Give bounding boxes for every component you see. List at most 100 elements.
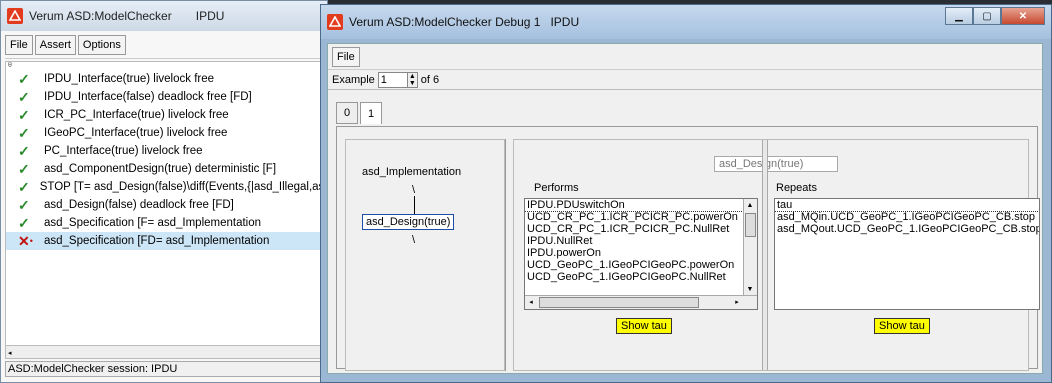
list-item[interactable]: ✓ IPDU_Interface(true) livelock free xyxy=(6,70,324,88)
example-spinner[interactable]: 1 ▲ ▼ xyxy=(377,71,418,88)
state-pane: asd_Design(true) Performs Repeats IPDU.P… xyxy=(513,139,1040,371)
spinner-arrows-icon[interactable]: ▲ ▼ xyxy=(406,72,417,87)
trace-panel: asd_Implementation \ asd_Design(true) \ … xyxy=(336,126,1040,371)
repeats-item[interactable]: asd_MQout.UCD_GeoPC_1.IGeoPCIGeoPC_CB.st… xyxy=(775,223,1039,235)
example-total: of 6 xyxy=(420,73,440,86)
list-item-label: PC_Interface(true) livelock free xyxy=(44,145,203,157)
list-item[interactable]: ✓ STOP [T= asd_Design(false)\diff(Events,… xyxy=(6,178,324,196)
check-icon: ✓ xyxy=(18,178,30,195)
scroll-left-icon[interactable]: ◂ xyxy=(525,296,537,308)
list-item-label: asd_Specification [FD= asd_Implementatio… xyxy=(44,235,270,247)
repeats-label: Repeats xyxy=(776,182,817,194)
list-item-selected[interactable]: ✕ • asd_Specification [FD= asd_Implementat… xyxy=(6,232,324,250)
repeats-item[interactable]: tau xyxy=(775,199,1039,212)
debug-title: Verum ASD:ModelChecker Debug 1 xyxy=(349,15,541,29)
minimize-icon[interactable]: ▁ xyxy=(945,7,973,25)
performs-hscrollbar[interactable]: ◂ ▸ xyxy=(525,295,757,309)
modelchecker-title: Verum ASD:ModelChecker xyxy=(29,9,172,23)
debug-window: Verum ASD:ModelChecker Debug 1 IPDU ▁ ▢ … xyxy=(320,4,1052,383)
scroll-up-icon[interactable]: ▲ xyxy=(744,199,756,211)
list-item-label: asd_ComponentDesign(true) deterministic … xyxy=(44,163,277,175)
check-icon: ✓ xyxy=(18,196,30,213)
menu-file[interactable]: File xyxy=(5,35,33,55)
asd-app-icon xyxy=(327,14,343,30)
performs-item[interactable]: UCD_CR_PC_1.ICR_PCICR_PC.NullRet xyxy=(525,223,757,235)
list-item-label: IGeoPC_Interface(true) livelock free xyxy=(44,127,228,139)
performs-item[interactable]: IPDU.PDUswitchOn xyxy=(525,199,757,212)
list-item-label: STOP [T= asd_Design(false)\diff(Events,{… xyxy=(39,181,325,193)
asd-app-icon xyxy=(7,8,23,24)
performs-item[interactable]: UCD_GeoPC_1.IGeoPCIGeoPC.NullRet xyxy=(525,271,757,283)
scroll-thumb[interactable] xyxy=(539,297,699,308)
scroll-down-icon[interactable]: ▼ xyxy=(744,283,756,295)
performs-item[interactable]: UCD_CR_PC_1.ICR_PCICR_PC.powerOn xyxy=(525,211,757,223)
check-icon: ✓ xyxy=(18,124,30,141)
list-item[interactable]: ✓ ICR_PC_Interface(true) livelock free xyxy=(6,106,324,124)
repeats-item[interactable]: asd_MQin.UCD_GeoPC_1.IGeoPCIGeoPC_CB.sto… xyxy=(775,211,1039,223)
list-item[interactable]: ✓ IPDU_Interface(false) deadlock free [FD… xyxy=(6,88,324,106)
menu-assert[interactable]: Assert xyxy=(34,35,76,55)
scroll-right-icon[interactable]: ▸ xyxy=(731,296,743,308)
scroll-left-icon[interactable]: ◂ xyxy=(6,350,12,357)
repeats-list[interactable]: tau asd_MQin.UCD_GeoPC_1.IGeoPCIGeoPC_CB… xyxy=(774,198,1040,310)
tab-strip: 0 1 xyxy=(336,102,382,124)
check-icon: ✓ xyxy=(18,88,30,105)
list-item-label: asd_Specification [F= asd_Implementation xyxy=(44,217,262,229)
pane-splitter[interactable] xyxy=(505,139,513,371)
tab-1[interactable]: 1 xyxy=(360,102,382,124)
list-item[interactable]: ✓ asd_Specification [F= asd_Implementatio… xyxy=(6,214,324,232)
list-item[interactable]: ✓ PC_Interface(true) livelock free xyxy=(6,142,324,160)
check-icon: ✓ xyxy=(18,142,30,159)
list-item-label: IPDU_Interface(true) livelock free xyxy=(44,73,215,85)
performs-item[interactable]: IPDU.NullRet xyxy=(525,235,757,247)
debug-menubar: File xyxy=(328,44,1042,70)
cross-icon: ✕ • xyxy=(18,232,33,249)
trace-tree-pane: asd_Implementation \ asd_Design(true) \ xyxy=(345,139,505,371)
example-value: 1 xyxy=(380,73,387,86)
close-icon[interactable]: ✕ xyxy=(1001,7,1045,25)
maximize-icon[interactable]: ▢ xyxy=(973,7,1001,25)
debug-title-suffix: IPDU xyxy=(550,15,580,29)
performs-item[interactable]: IPDU.powerOn xyxy=(525,247,757,259)
list-item[interactable]: ✓ asd_ComponentDesign(true) deterministic… xyxy=(6,160,324,178)
debug-content: File Example 1 ▲ ▼ of 6 0 1 asd_Implement… xyxy=(327,43,1043,374)
check-icon: ✓ xyxy=(18,70,30,87)
assertion-list[interactable]: θ ✓ IPDU_Interface(true) livelock free ✓ I… xyxy=(5,61,325,351)
performs-label: Performs xyxy=(534,182,579,194)
debug-title-bar[interactable]: Verum ASD:ModelChecker Debug 1 IPDU ▁ ▢ … xyxy=(321,5,1051,39)
performs-list[interactable]: IPDU.PDUswitchOn UCD_CR_PC_1.ICR_PCICR_P… xyxy=(524,198,758,310)
node-design-selected[interactable]: asd_Design(true) xyxy=(362,214,455,230)
tree-edge: \ xyxy=(412,234,416,246)
performs-vscrollbar[interactable]: ▲ ▼ xyxy=(743,199,757,295)
tree-edge: \ xyxy=(412,184,416,196)
check-icon: ✓ xyxy=(18,214,30,231)
tree-connector xyxy=(414,196,415,214)
node-implementation[interactable]: asd_Implementation xyxy=(362,166,461,178)
modelchecker-menubar: File Assert Options xyxy=(5,35,323,59)
performs-item[interactable]: UCD_GeoPC_1.IGeoPCIGeoPC.powerOn xyxy=(525,259,757,271)
list-item-label: ICR_PC_Interface(true) livelock free xyxy=(44,109,229,121)
check-icon: ✓ xyxy=(18,160,30,177)
list-splitter[interactable] xyxy=(762,140,768,370)
modelchecker-title-bar[interactable]: Verum ASD:ModelChecker IPDU xyxy=(1,1,327,31)
example-label: Example xyxy=(332,73,375,86)
modelchecker-window: Verum ASD:ModelChecker IPDU File Assert … xyxy=(0,0,328,383)
modelchecker-title-suffix: IPDU xyxy=(195,9,225,23)
menu-options[interactable]: Options xyxy=(77,35,126,55)
example-selector: Example 1 ▲ ▼ of 6 xyxy=(328,70,1042,90)
tab-0[interactable]: 0 xyxy=(336,102,358,124)
check-icon: ✓ xyxy=(18,106,30,123)
window-controls: ▁ ▢ ✕ xyxy=(945,7,1045,25)
list-item-label: IPDU_Interface(false) deadlock free [FD] xyxy=(44,91,252,103)
show-tau-button-repeats[interactable]: Show tau xyxy=(874,318,930,334)
list-item-label: asd_Design(false) deadlock free [FD] xyxy=(44,199,234,211)
assertion-list-hscrollbar[interactable]: ◂ xyxy=(5,345,325,359)
list-item[interactable]: ✓ IGeoPC_Interface(true) livelock free xyxy=(6,124,324,142)
show-tau-button-performs[interactable]: Show tau xyxy=(616,318,672,334)
state-name-box: asd_Design(true) xyxy=(714,156,838,172)
list-item[interactable]: ✓ asd_Design(false) deadlock free [FD] xyxy=(6,196,324,214)
scroll-thumb[interactable] xyxy=(745,213,756,237)
list-marker: θ xyxy=(8,62,12,69)
status-bar: ASD:ModelChecker session: IPDU xyxy=(5,361,325,377)
menu-file[interactable]: File xyxy=(332,46,360,67)
